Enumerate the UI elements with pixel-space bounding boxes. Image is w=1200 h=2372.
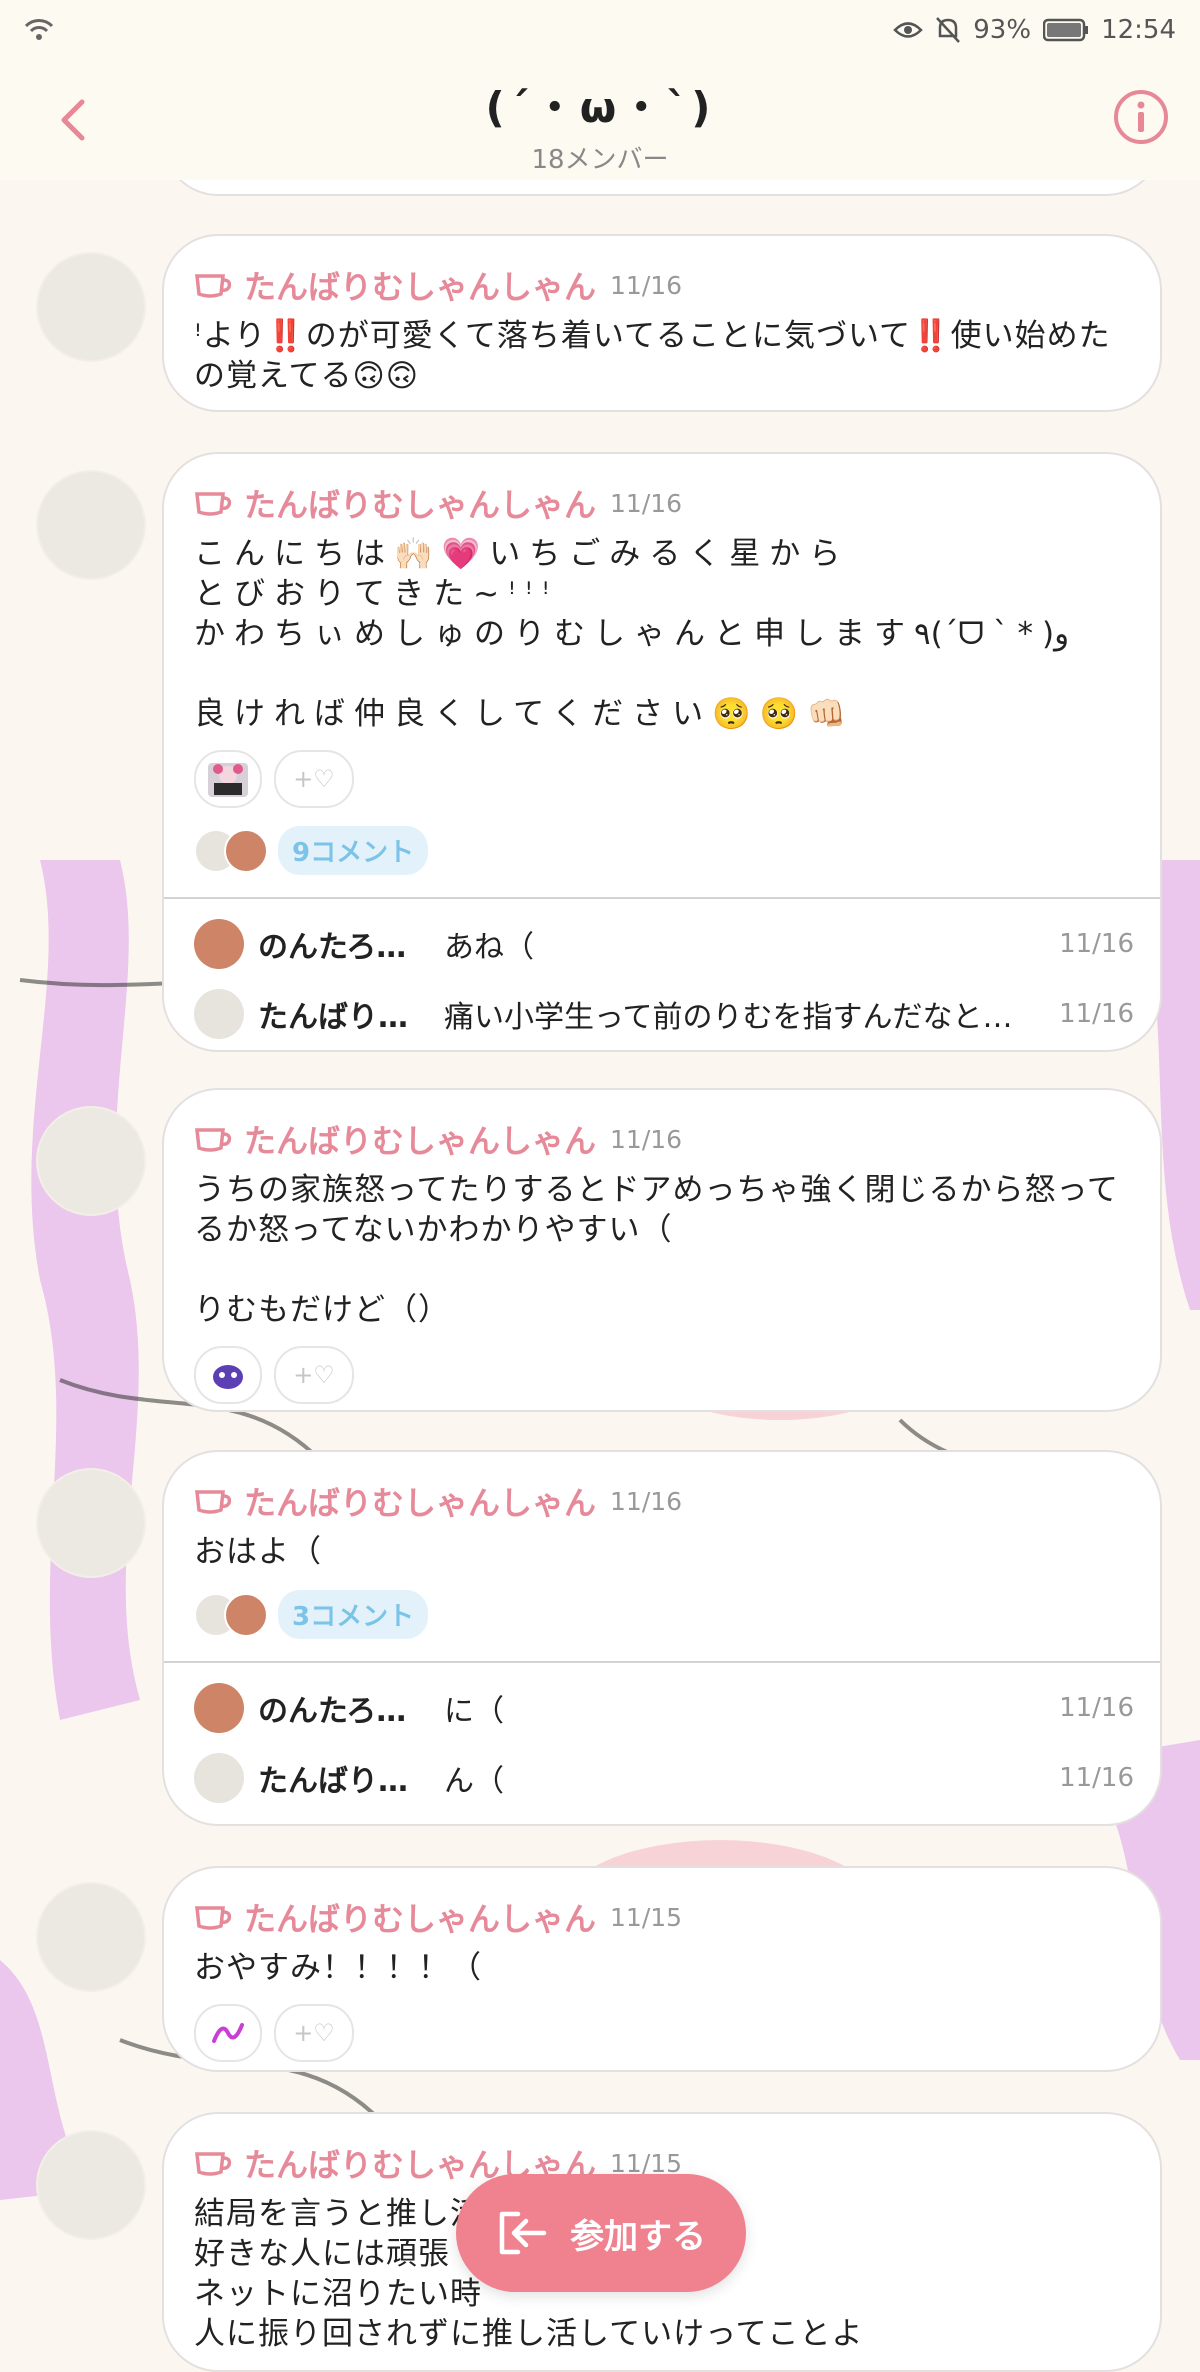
- reply-avatar: [194, 1683, 244, 1733]
- add-reaction-button[interactable]: +♡: [274, 1346, 354, 1404]
- avatar[interactable]: [36, 1106, 146, 1216]
- avatar[interactable]: [36, 252, 146, 362]
- post-text: おはよ（: [194, 1534, 322, 1570]
- reply-date: 11/16: [1059, 929, 1134, 959]
- reply-row[interactable]: たんばり… ん（ 11/16: [164, 1743, 1160, 1813]
- comment-count-button[interactable]: 3コメント: [278, 1590, 429, 1639]
- post-card[interactable]: たんばりむしゃんしゃん 11/16 うちの家族怒ってたりするとドアめっちゃ強く閉…: [162, 1088, 1162, 1412]
- post-author[interactable]: たんばりむしゃんしゃん: [244, 1478, 596, 1524]
- bell-muted-icon: [936, 17, 961, 43]
- post-author[interactable]: たんばりむしゃんしゃん: [244, 1894, 596, 1940]
- sticker-character-icon: [208, 763, 248, 797]
- reply-text: に（: [444, 1694, 504, 1729]
- member-count[interactable]: 18メンバー: [0, 139, 1200, 176]
- post-text: おやすみ！！！！（: [194, 1950, 482, 1986]
- cup-icon: [195, 1490, 232, 1514]
- reaction-sticker[interactable]: [194, 1346, 262, 1404]
- cup-icon: [195, 1906, 232, 1930]
- post-text: こんにちは🙌🏻💗いちごみるく星から とびおりてきた~ꜝꜝꜝ かわちぃめしゅのりむ…: [194, 536, 1070, 732]
- reply-date: 11/16: [1059, 999, 1134, 1029]
- info-icon[interactable]: [1112, 88, 1170, 146]
- post-date: 11/15: [610, 1902, 683, 1932]
- post-date: 11/16: [610, 270, 683, 300]
- post-card[interactable]: たんばりむしゃんしゃん 11/16 こんにちは🙌🏻💗いちごみるく星から とびおり…: [162, 452, 1162, 1052]
- join-button[interactable]: 参加する: [456, 2174, 746, 2292]
- reaction-sticker[interactable]: [194, 2004, 262, 2062]
- post-card[interactable]: たんばりむしゃんしゃん 11/15 おやすみ！！！！（ +♡: [162, 1866, 1162, 2072]
- status-bar: 93% 12:54: [0, 0, 1200, 60]
- eye-icon: [893, 22, 924, 38]
- cup-icon: [195, 1128, 232, 1152]
- post-author[interactable]: たんばりむしゃんしゃん: [244, 480, 596, 526]
- reply-author: のんたろ…: [258, 1694, 407, 1729]
- magenta-squiggle-sticker-icon: [212, 2023, 244, 2043]
- cup-icon: [195, 492, 232, 516]
- avatar[interactable]: [36, 1882, 146, 1992]
- battery-percent: 93%: [973, 15, 1032, 45]
- enter-icon: [499, 2211, 547, 2255]
- reply-author: たんばり…: [258, 1764, 408, 1799]
- post-author[interactable]: たんばりむしゃんしゃん: [244, 1116, 596, 1162]
- comment-count-button[interactable]: 9コメント: [278, 826, 429, 875]
- reaction-sticker[interactable]: [194, 750, 262, 808]
- add-reaction-button[interactable]: +♡: [274, 2004, 354, 2062]
- cup-icon: [195, 2152, 232, 2176]
- post-date: 11/16: [610, 488, 683, 518]
- wifi-icon: [24, 19, 54, 40]
- reply-author: のんたろ…: [258, 930, 407, 965]
- avatar[interactable]: [36, 470, 146, 580]
- reply-row[interactable]: たんばり… 痛い小学生って前のりむを指すんだなと… 11/16: [164, 979, 1160, 1049]
- reply-avatar: [194, 919, 244, 969]
- reply-avatar: [194, 989, 244, 1039]
- battery-icon: [1043, 18, 1089, 42]
- add-reaction-button[interactable]: +♡: [274, 750, 354, 808]
- post-text: うちの家族怒ってたりするとドアめっちゃ強く閉じるから怒ってるか怒ってないかわかり…: [194, 1172, 1119, 1328]
- post-card[interactable]: たんばりむしゃんしゃん 11/16 おはよ（ 3コメント のんたろ… に（ 11…: [162, 1450, 1162, 1826]
- join-button-label: 参加する: [570, 2216, 706, 2257]
- reply-list: のんたろ… あね（ 11/16 たんばり… 痛い小学生って前のりむを指すんだなと…: [164, 897, 1160, 1057]
- post-date: 11/16: [610, 1486, 683, 1516]
- reply-avatar: [194, 1753, 244, 1803]
- post-card[interactable]: たんばりむしゃんしゃん 11/16 ꜝより‼️のが可愛くて落ち着いてることに気づ…: [162, 234, 1162, 412]
- reply-date: 11/16: [1059, 1763, 1134, 1793]
- reply-text: あね（: [444, 930, 534, 965]
- post-author[interactable]: たんばりむしゃんしゃん: [244, 262, 596, 308]
- chat-title: (´・ω・`): [485, 83, 715, 132]
- reply-date: 11/16: [1059, 1693, 1134, 1723]
- commenter-avatar: [224, 1592, 268, 1637]
- reply-text: ん（: [444, 1764, 504, 1799]
- reply-row[interactable]: のんたろ… に（ 11/16: [164, 1673, 1160, 1743]
- reply-list: のんたろ… に（ 11/16 たんばり… ん（ 11/16: [164, 1661, 1160, 1821]
- post-text: ꜝより‼️のが可愛くて落ち着いてることに気づいて‼️使い始めたの覚えてる🙃🙃: [194, 318, 1111, 394]
- reply-author: たんばり…: [258, 1000, 408, 1035]
- post-date: 11/16: [610, 1124, 683, 1154]
- avatar[interactable]: [36, 2130, 146, 2240]
- chat-header: (´・ω・`) 18メンバー: [0, 60, 1200, 180]
- reply-row[interactable]: のんたろ… あね（ 11/16: [164, 909, 1160, 979]
- reply-text: 痛い小学生って前のりむを指すんだなと…: [444, 1000, 1013, 1035]
- clock: 12:54: [1101, 15, 1176, 45]
- avatar[interactable]: [36, 1468, 146, 1578]
- purple-creature-sticker-icon: [213, 1365, 243, 1389]
- cup-icon: [195, 274, 232, 298]
- commenter-avatar: [224, 828, 268, 873]
